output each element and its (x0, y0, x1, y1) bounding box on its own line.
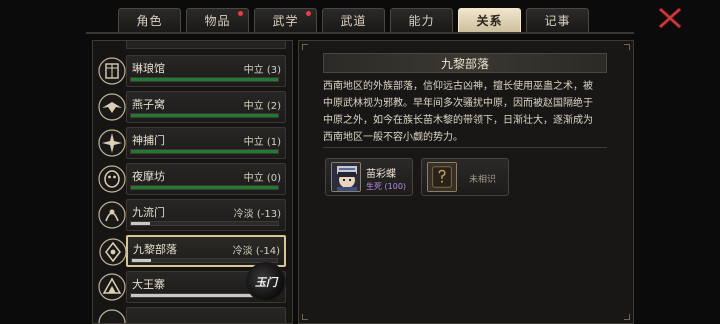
reputation-fill (131, 78, 278, 81)
tab-martial-way[interactable]: 武道 (322, 8, 385, 32)
reputation-bar (130, 221, 279, 226)
faction-emblem-icon (98, 273, 126, 301)
close-icon[interactable] (657, 5, 683, 31)
watermark-badge: 玉门 (246, 262, 286, 302)
character-portrait (427, 162, 457, 192)
faction-status: 中立 (2) (243, 101, 281, 112)
faction-row[interactable]: 神捕门 中立 (1) (98, 127, 286, 159)
faction-emblem-icon (98, 129, 126, 157)
faction-row-partial[interactable] (98, 307, 286, 323)
tab-label: 能力 (408, 14, 435, 28)
section-divider (323, 147, 607, 148)
tab-abilities[interactable]: 能力 (390, 8, 453, 32)
reputation-fill (132, 259, 151, 262)
reputation-fill (131, 114, 278, 117)
faction-row[interactable]: 琳琅馆 中立 (3) (98, 55, 286, 87)
faction-name: 九流门 (132, 206, 165, 219)
character-portrait (331, 162, 361, 192)
faction-description: 西南地区的外族部落，信仰远古凶神，擅长使用巫蛊之术，被 中原武林视为邪教。早年间… (323, 81, 593, 143)
faction-detail-panel: 九黎部落 西南地区的外族部落，信仰远古凶神，擅长使用巫蛊之术，被 中原武林视为邪… (298, 40, 634, 324)
tab-label: 武道 (340, 14, 367, 28)
tab-bar: 角色 物品 武学 武道 能力 关系 记事 (118, 8, 589, 32)
watermark-badge-text: 玉门 (255, 276, 277, 289)
unknown-character-icon (428, 163, 456, 191)
member-relation: 生死 (100) (366, 182, 407, 191)
tab-label: 记事 (544, 14, 571, 28)
reputation-fill (131, 222, 151, 225)
faction-name: 琳琅馆 (132, 62, 165, 75)
panel-corner (302, 44, 308, 50)
character-avatar-icon (332, 163, 360, 191)
tab-label: 武学 (272, 14, 299, 28)
faction-status: 中立 (1) (243, 137, 281, 148)
faction-emblem-icon (98, 309, 126, 323)
member-unknown-label: 未相识 (469, 175, 497, 185)
notification-dot (306, 11, 311, 16)
faction-name: 神捕门 (132, 134, 165, 147)
tab-character[interactable]: 角色 (118, 8, 181, 32)
reputation-bar (130, 113, 279, 118)
reputation-bar (130, 185, 279, 190)
faction-emblem-icon (98, 93, 126, 121)
faction-name: 大王寨 (132, 278, 165, 291)
faction-row[interactable]: 燕子窝 中立 (2) (98, 91, 286, 123)
reputation-bar (130, 149, 279, 154)
member-card-unknown[interactable]: 未相识 (421, 158, 509, 196)
reputation-bar (131, 258, 278, 263)
faction-title-text: 九黎部落 (440, 56, 489, 71)
faction-status: 中立 (3) (243, 65, 281, 76)
panel-corner (302, 314, 308, 320)
faction-status: 冷淡 (-13) (233, 209, 281, 220)
faction-emblem-icon (98, 201, 126, 229)
tab-relations[interactable]: 关系 (458, 8, 521, 32)
faction-status: 冷淡 (-14) (232, 246, 280, 257)
faction-row[interactable]: 夜摩坊 中立 (0) (98, 163, 286, 195)
tab-label: 角色 (136, 14, 163, 28)
faction-name: 夜摩坊 (132, 170, 165, 183)
faction-status: 中立 (0) (243, 173, 281, 184)
reputation-fill (131, 186, 278, 189)
list-item-partial (126, 41, 286, 49)
panel-corner (624, 314, 630, 320)
faction-emblem-icon (98, 57, 126, 85)
reputation-fill (131, 294, 264, 297)
member-card[interactable]: 苗彩蝶 生死 (100) (325, 158, 413, 196)
header-divider (86, 32, 634, 34)
reputation-bar (130, 77, 279, 82)
faction-name: 九黎部落 (133, 243, 177, 256)
tab-items[interactable]: 物品 (186, 8, 249, 32)
tab-label: 关系 (476, 14, 503, 28)
notification-dot (238, 11, 243, 16)
faction-row[interactable]: 九流门 冷淡 (-13) (98, 199, 286, 231)
faction-title: 九黎部落 (323, 53, 607, 73)
tab-journal[interactable]: 记事 (526, 8, 589, 32)
member-name: 苗彩蝶 (366, 169, 396, 180)
reputation-fill (131, 150, 278, 153)
faction-name: 燕子窝 (132, 98, 165, 111)
faction-list[interactable]: 琳琅馆 中立 (3) 燕子窝 中立 (2) 神捕门 中立 (1) 夜摩坊 中立 … (92, 40, 293, 324)
faction-emblem-icon (99, 238, 127, 266)
tab-label: 物品 (204, 14, 231, 28)
faction-emblem-icon (98, 165, 126, 193)
tab-martial-skills[interactable]: 武学 (254, 8, 317, 32)
panel-corner (624, 44, 630, 50)
